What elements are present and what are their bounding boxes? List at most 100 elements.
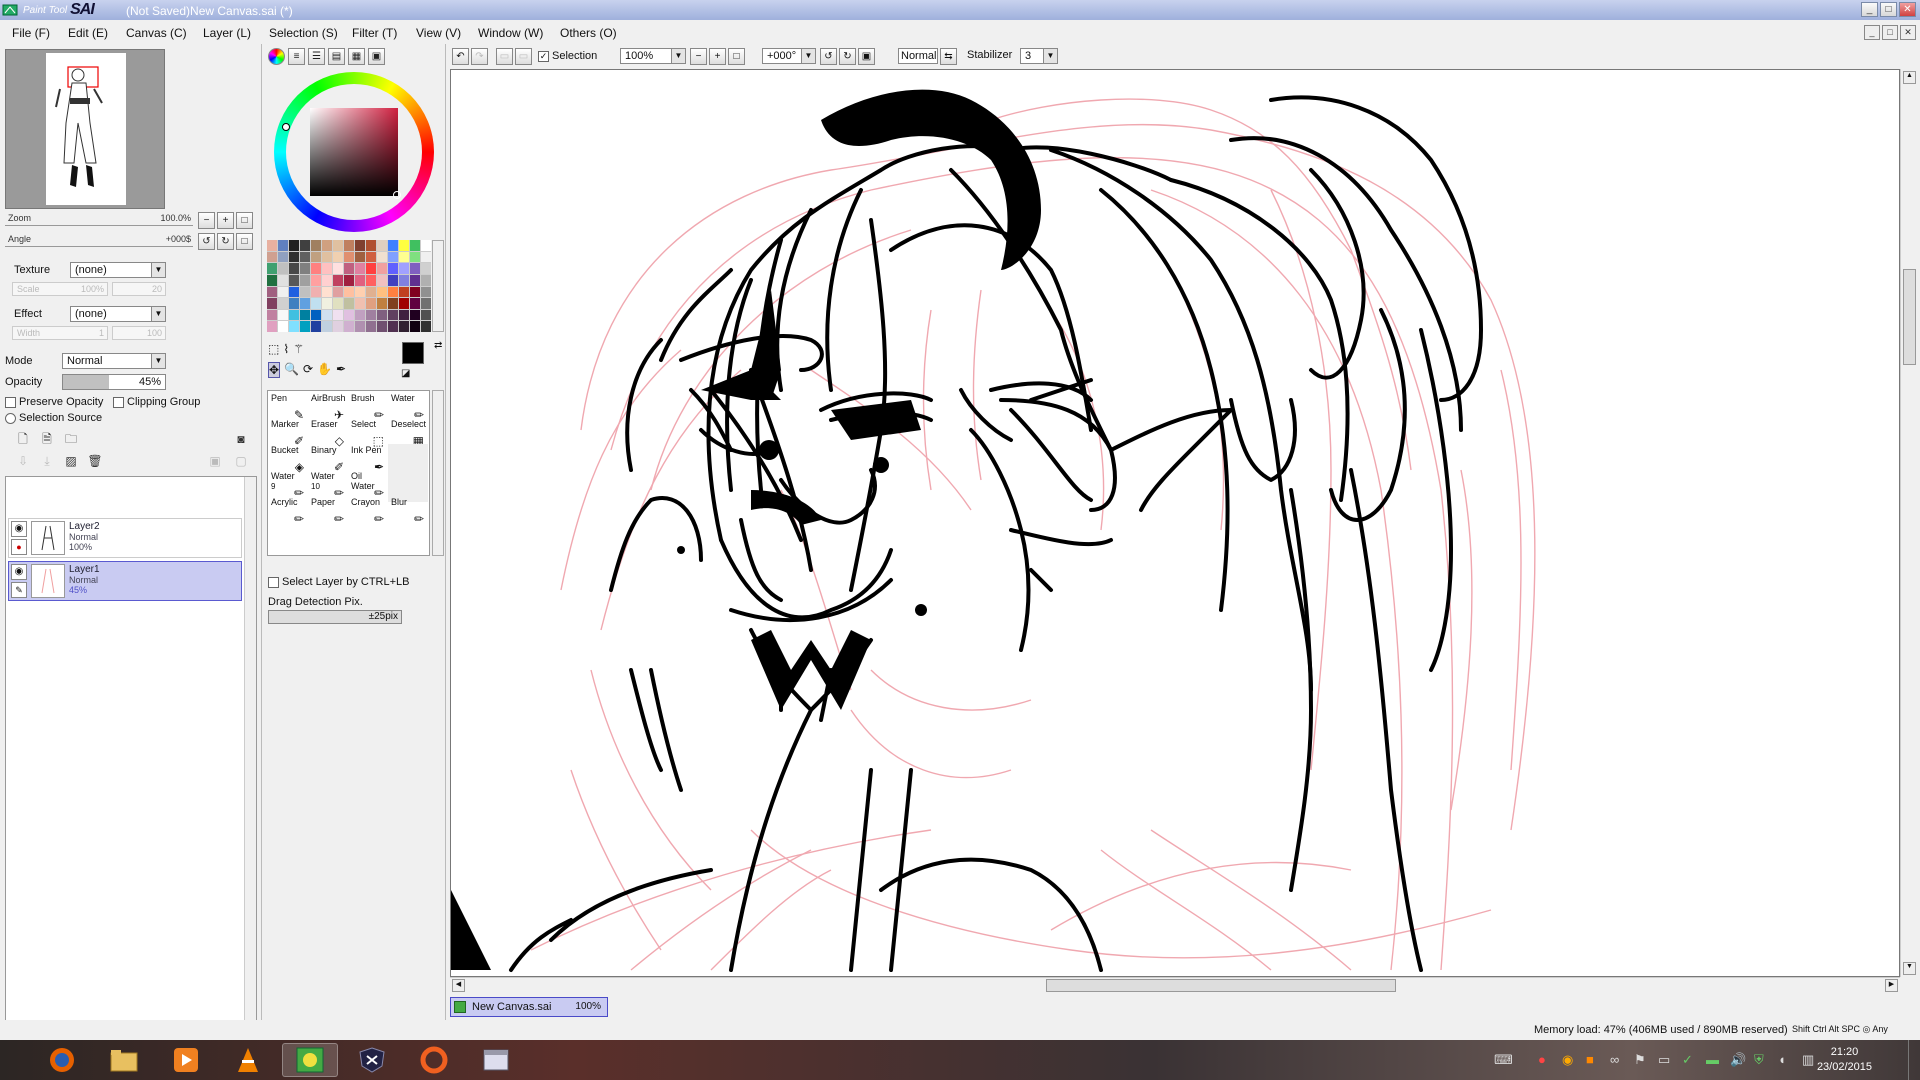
lasso-icon[interactable]: ⌇ — [283, 342, 289, 356]
palette-swatch[interactable] — [377, 286, 387, 298]
layer-mask-icon[interactable]: ◙ — [232, 430, 250, 448]
texture-select[interactable]: (none) ▼ — [70, 262, 166, 278]
zoom-in-icon[interactable]: + — [709, 48, 726, 65]
color-palette[interactable] — [267, 240, 431, 332]
hsv-slider-tab[interactable]: ☰ — [308, 48, 325, 65]
palette-swatch[interactable] — [410, 263, 420, 274]
rgb-slider-tab[interactable]: ≡ — [288, 48, 305, 65]
tray-security-icon[interactable]: ⛨ — [1754, 1052, 1764, 1068]
palette-swatch[interactable] — [278, 263, 288, 274]
scratchpad-tab[interactable]: ▣ — [368, 48, 385, 65]
palette-swatch[interactable] — [399, 298, 409, 309]
redo-icon[interactable]: ↷ — [471, 48, 488, 65]
horizontal-scroll-thumb[interactable] — [1046, 979, 1396, 992]
palette-swatch[interactable] — [289, 286, 299, 298]
scroll-up-icon[interactable]: ▲ — [1903, 71, 1916, 84]
tray-window-icon[interactable]: ▭ — [1658, 1052, 1670, 1068]
selection-toggle[interactable]: ✓ Selection — [538, 48, 597, 65]
palette-swatch[interactable] — [300, 274, 310, 286]
palette-swatch[interactable] — [366, 251, 376, 263]
tray-action-icon[interactable]: ⚑ — [1634, 1052, 1646, 1068]
zoom-reset-button[interactable]: □ — [236, 212, 253, 229]
palette-scrollbar[interactable] — [432, 240, 444, 332]
primary-color-swatch[interactable] — [402, 342, 424, 364]
palette-swatch[interactable] — [421, 240, 431, 251]
drag-detection-slider[interactable]: ±25pix — [268, 610, 402, 624]
palette-swatch[interactable] — [267, 298, 277, 309]
palette-swatch[interactable] — [410, 240, 420, 251]
palette-swatch[interactable] — [278, 240, 288, 251]
palette-swatch[interactable] — [311, 286, 321, 298]
palette-swatch[interactable] — [278, 321, 288, 332]
paint-tool-sai-icon[interactable] — [282, 1043, 338, 1077]
keyboard-icon[interactable]: ⌨ — [1494, 1052, 1513, 1068]
palette-swatch[interactable] — [377, 309, 387, 321]
palette-swatch[interactable] — [355, 274, 365, 286]
stabilizer-select[interactable]: 3 ▼ — [1020, 48, 1058, 64]
palette-swatch[interactable] — [366, 298, 376, 309]
palette-swatch[interactable] — [344, 309, 354, 321]
palette-swatch[interactable] — [289, 321, 299, 332]
sv-picker-handle[interactable] — [393, 191, 401, 199]
rotate-cw-icon[interactable]: ↻ — [839, 48, 856, 65]
palette-swatch[interactable] — [322, 309, 332, 321]
palette-swatch[interactable] — [278, 286, 288, 298]
layer-row[interactable]: ◉ ● Layer2 Normal 100% — [8, 518, 242, 558]
canvas-horizontal-scrollbar[interactable]: ◀ ▶ — [450, 977, 1900, 993]
palette-swatch[interactable] — [377, 263, 387, 274]
firefox-icon[interactable] — [34, 1043, 90, 1077]
palette-swatch[interactable] — [388, 240, 398, 251]
palette-swatch[interactable] — [333, 251, 343, 263]
palette-swatch[interactable] — [355, 286, 365, 298]
palette-swatch[interactable] — [333, 309, 343, 321]
palette-swatch[interactable] — [278, 251, 288, 263]
maximize-button[interactable]: □ — [1880, 2, 1897, 17]
palette-swatch[interactable] — [421, 286, 431, 298]
palette-swatch[interactable] — [355, 298, 365, 309]
deselect-icon[interactable]: ▭ — [496, 48, 513, 65]
tray-battery-icon[interactable]: ▬ — [1706, 1052, 1719, 1067]
palette-swatch[interactable] — [410, 286, 420, 298]
scroll-left-icon[interactable]: ◀ — [452, 979, 465, 992]
zoom-out-icon[interactable]: − — [690, 48, 707, 65]
layer-list-scrollbar[interactable] — [244, 477, 256, 1055]
palette-swatch[interactable] — [421, 321, 431, 332]
palette-swatch[interactable] — [300, 309, 310, 321]
tray-link-icon[interactable]: ∞ — [1610, 1052, 1619, 1067]
menu-filter[interactable]: Filter (T) — [352, 26, 397, 40]
palette-swatch[interactable] — [333, 286, 343, 298]
invert-selection-icon[interactable]: ▭ — [515, 48, 532, 65]
palette-swatch[interactable] — [355, 240, 365, 251]
palette-swatch[interactable] — [410, 298, 420, 309]
palette-swatch[interactable] — [333, 274, 343, 286]
texture-strength-field[interactable]: 20 — [112, 282, 166, 296]
palette-swatch[interactable] — [289, 309, 299, 321]
palette-swatch[interactable] — [322, 286, 332, 298]
selection-source-radio[interactable]: Selection Source — [5, 412, 102, 424]
texture-scale-slider[interactable]: Scale 100% — [12, 282, 108, 296]
undo-icon[interactable]: ↶ — [452, 48, 469, 65]
minimize-button[interactable]: _ — [1861, 2, 1878, 17]
palette-swatch[interactable] — [399, 263, 409, 274]
new-layer-icon[interactable]: 🗋 — [14, 430, 32, 448]
palette-swatch[interactable] — [311, 309, 321, 321]
palette-swatch[interactable] — [267, 251, 277, 263]
palette-swatch[interactable] — [311, 251, 321, 263]
palette-swatch[interactable] — [322, 251, 332, 263]
doc-close-button[interactable]: ✕ — [1900, 25, 1916, 40]
zoom-out-button[interactable]: − — [198, 212, 215, 229]
palette-swatch[interactable] — [333, 321, 343, 332]
color-wheel-tab[interactable] — [268, 48, 285, 65]
palette-swatch[interactable] — [377, 274, 387, 286]
volume-icon[interactable]: 🔊 — [1730, 1052, 1746, 1068]
palette-swatch[interactable] — [388, 274, 398, 286]
rect-select-icon[interactable]: ⬚ — [268, 342, 279, 356]
document-tab[interactable]: New Canvas.sai 100% — [450, 997, 608, 1017]
palette-swatch[interactable] — [311, 274, 321, 286]
merge-down-icon[interactable]: ⤓ — [38, 452, 56, 470]
palette-swatch[interactable] — [410, 321, 420, 332]
rotate-ccw-icon[interactable]: ↺ — [820, 48, 837, 65]
doc-minimize-button[interactable]: _ — [1864, 25, 1880, 40]
menu-selection[interactable]: Selection (S) — [269, 26, 338, 40]
zoom-select[interactable]: 100% ▼ — [620, 48, 686, 64]
